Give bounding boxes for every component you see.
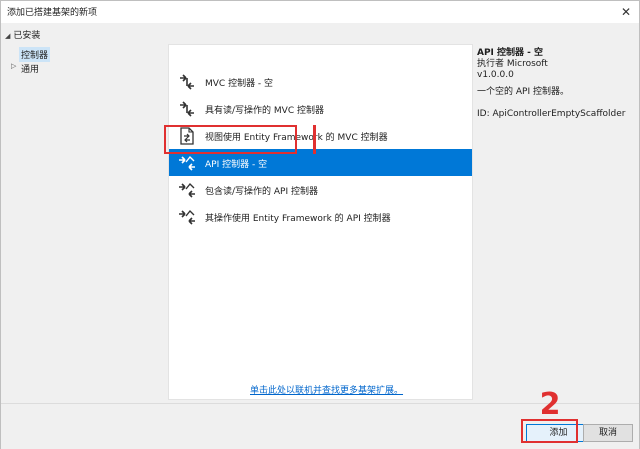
- details-version: v1.0.0.0: [477, 70, 514, 80]
- scaffold-item-label: 包含读/写操作的 API 控制器: [205, 187, 318, 197]
- step-number-annotation: 2: [540, 388, 561, 418]
- scaffold-item-mvc-empty[interactable]: MVC 控制器 - 空: [169, 68, 472, 95]
- installed-node[interactable]: ◢ 已安装: [5, 28, 40, 41]
- installed-label: 已安装: [13, 31, 41, 41]
- api-controller-icon: [179, 182, 195, 198]
- scaffold-item-label: 其操作使用 Entity Framework 的 API 控制器: [205, 214, 391, 224]
- dialog-window: 添加已搭建基架的新项 ✕ ◢已安装 控制器 ▷ 通用 MVC 控制器 - 空: [0, 0, 640, 449]
- collapse-triangle-icon: ◢: [5, 32, 11, 40]
- tree-item-controllers[interactable]: 控制器: [19, 47, 51, 62]
- step-number-text: 2: [540, 388, 561, 418]
- document-controller-icon: [180, 127, 194, 145]
- tree-item-label: 通用: [21, 65, 40, 75]
- annotation-marker: [313, 125, 316, 154]
- scaffold-item-label: MVC 控制器 - 空: [205, 79, 274, 89]
- scaffold-item-mvc-ef[interactable]: 视图使用 Entity Framework 的 MVC 控制器: [169, 122, 472, 149]
- controller-icon: [180, 101, 194, 117]
- api-controller-icon: [179, 209, 195, 225]
- details-id: ID: ApiControllerEmptyScaffolder: [477, 109, 626, 119]
- scaffold-item-api-readwrite[interactable]: 包含读/写操作的 API 控制器: [169, 176, 472, 203]
- dialog-title: 添加已搭建基架的新项: [7, 8, 98, 18]
- close-button[interactable]: ✕: [617, 3, 635, 21]
- scaffold-item-label: 具有读/写操作的 MVC 控制器: [205, 106, 324, 116]
- cancel-button[interactable]: 取消: [583, 424, 633, 442]
- scaffold-list[interactable]: MVC 控制器 - 空 具有读/写操作的 MVC 控制器 视图使用 Entity…: [168, 44, 473, 400]
- scaffold-item-mvc-readwrite[interactable]: 具有读/写操作的 MVC 控制器: [169, 95, 472, 122]
- scaffold-item-label: API 控制器 - 空: [205, 160, 268, 170]
- expand-triangle-icon[interactable]: ▷: [11, 62, 16, 70]
- tree-item-common[interactable]: 通用: [19, 61, 41, 76]
- api-controller-icon: [179, 155, 195, 171]
- scaffold-item-label: 视图使用 Entity Framework 的 MVC 控制器: [205, 133, 388, 143]
- scaffold-item-api-empty[interactable]: API 控制器 - 空: [169, 149, 472, 176]
- title-bar: 添加已搭建基架的新项 ✕: [1, 1, 639, 23]
- tree-item-label: 控制器: [21, 51, 49, 61]
- dialog-content: ◢ 已安装 控制器 ▷ 通用 MVC 控制器 - 空 具有读/写操作的 MVC …: [1, 23, 639, 403]
- add-button[interactable]: 添加: [526, 424, 591, 442]
- details-description: 一个空的 API 控制器。: [477, 87, 569, 97]
- online-extensions-link[interactable]: 单击此处以联机并查找更多基架扩展。: [250, 383, 403, 396]
- scaffold-item-api-ef[interactable]: 其操作使用 Entity Framework 的 API 控制器: [169, 203, 472, 230]
- details-panel: API 控制器 - 空 执行者 Microsoft v1.0.0.0 一个空的 …: [477, 48, 637, 120]
- details-author: 执行者 Microsoft: [477, 59, 548, 69]
- details-name: API 控制器 - 空: [477, 48, 544, 58]
- controller-icon: [180, 74, 194, 90]
